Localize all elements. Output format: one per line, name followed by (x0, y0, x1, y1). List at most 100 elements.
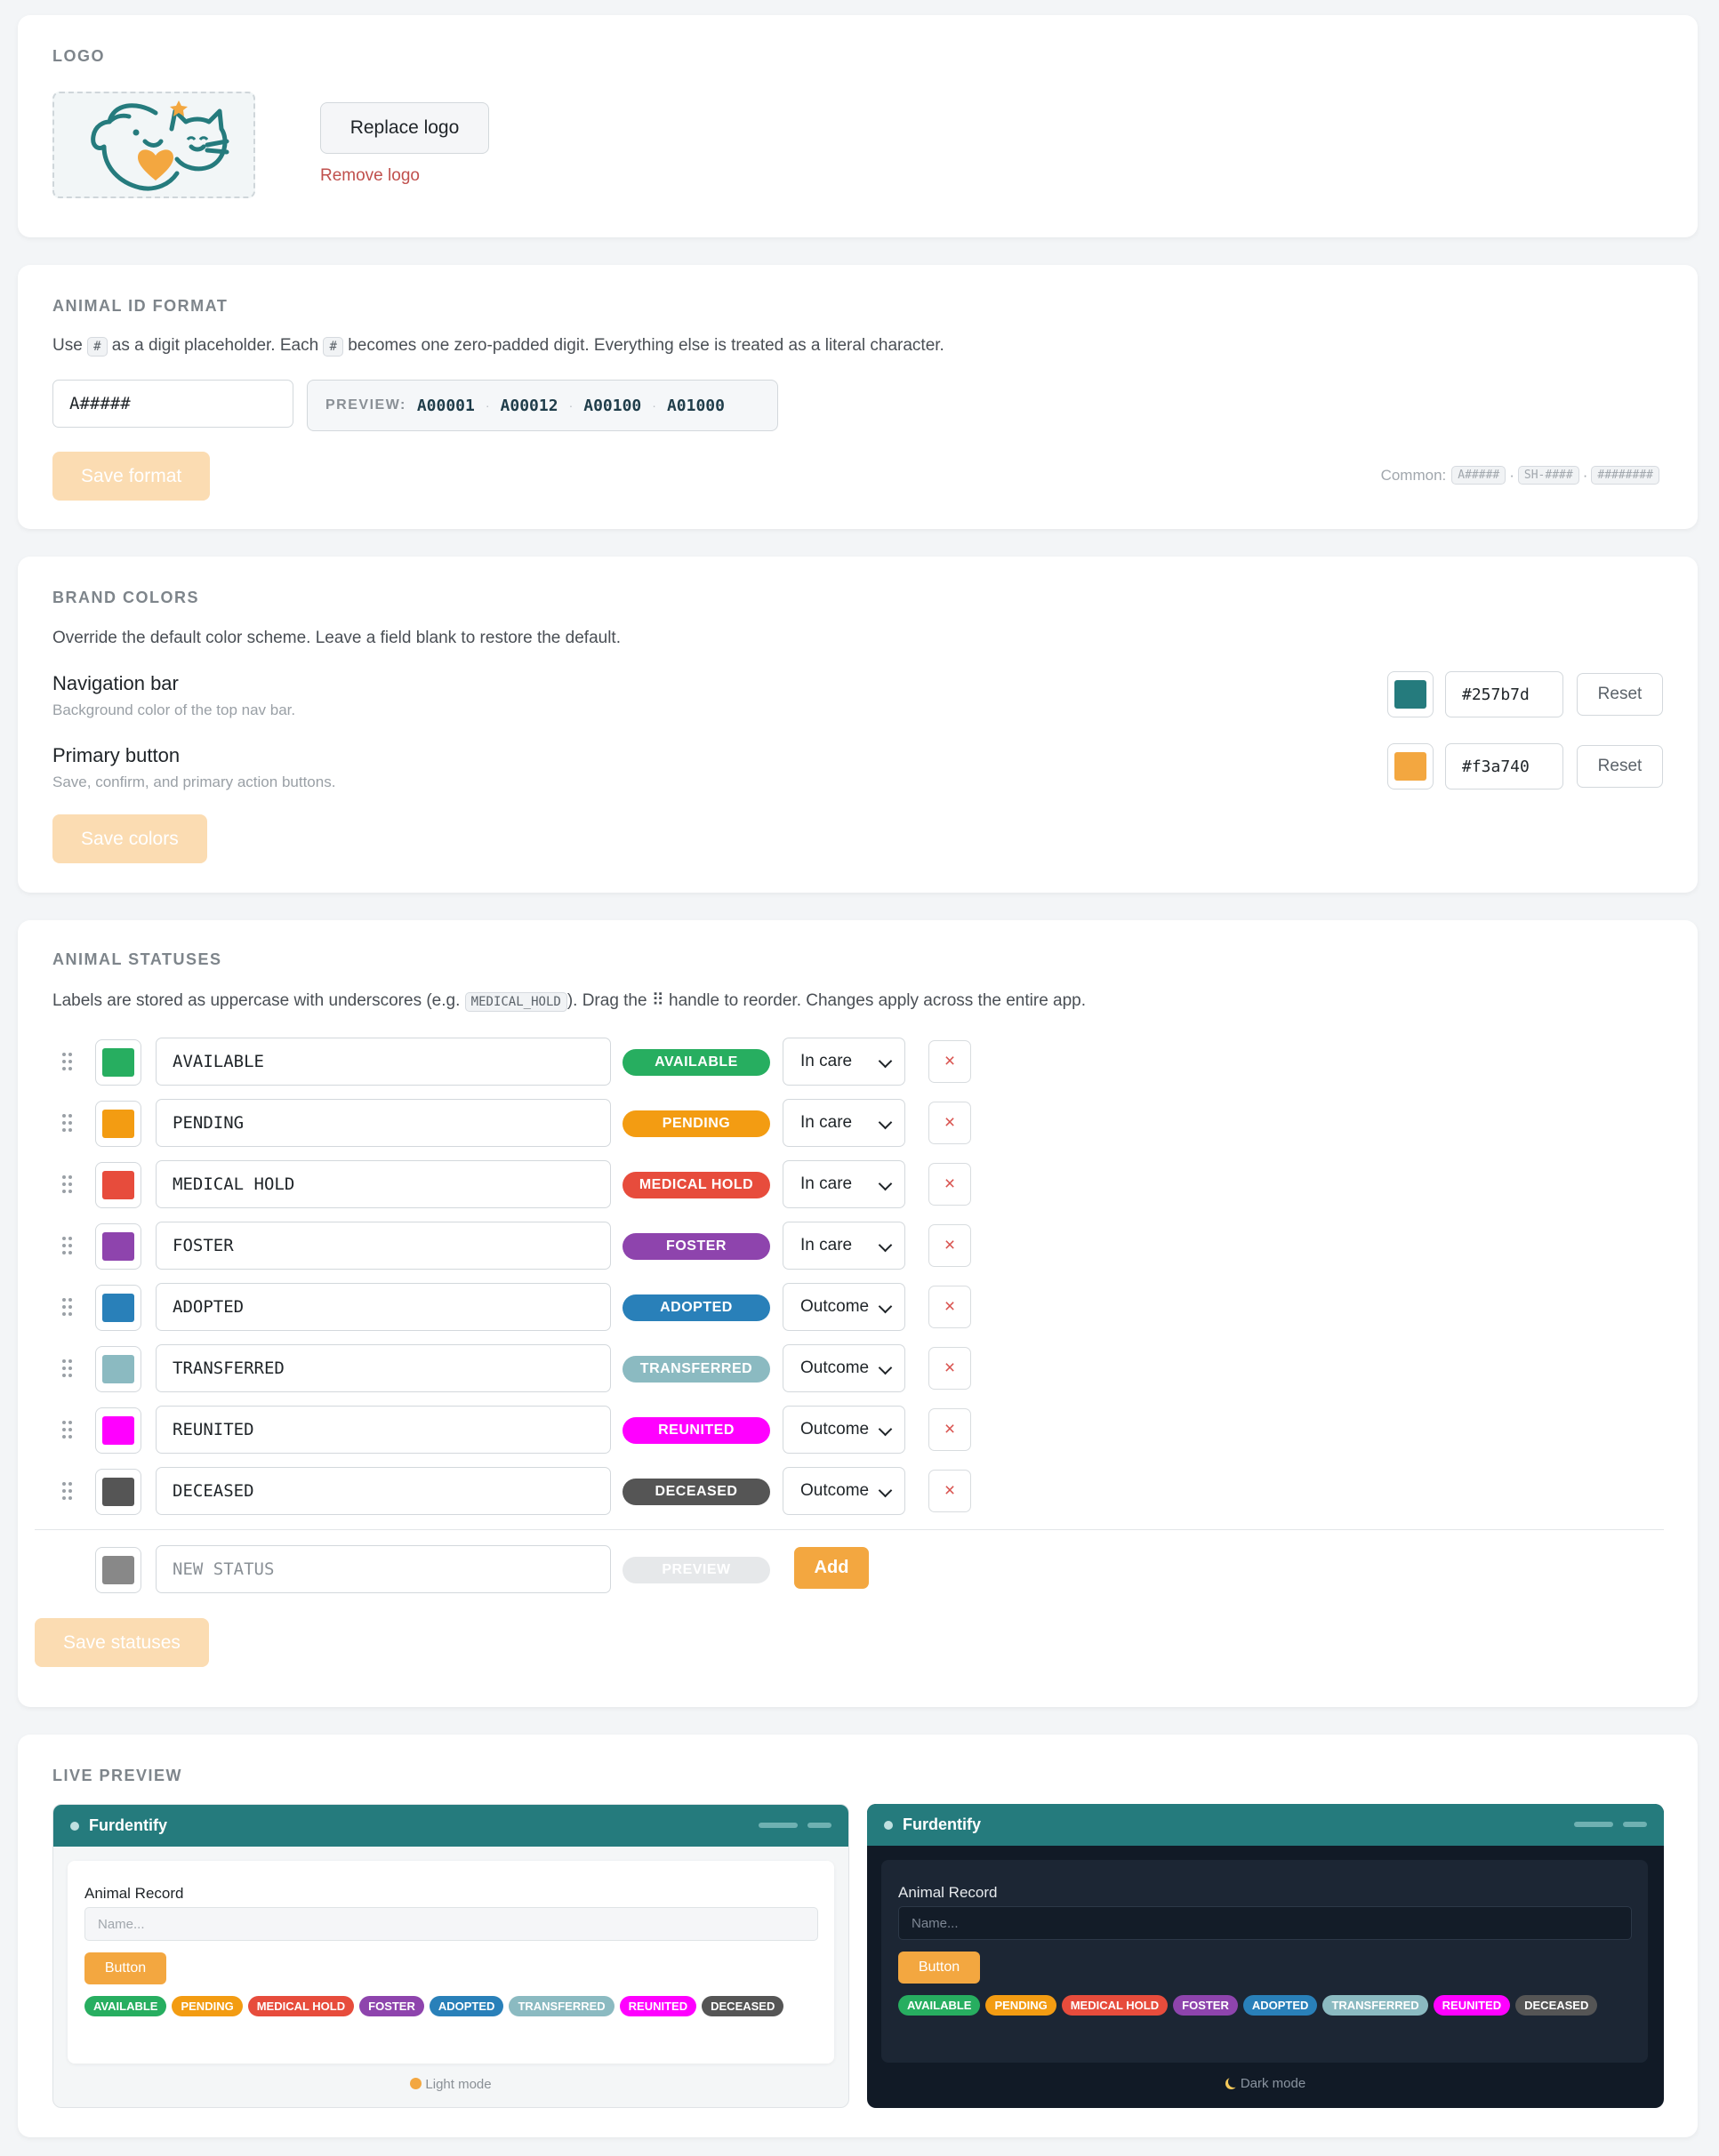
add-status-button[interactable]: Add (794, 1547, 869, 1589)
chevron-down-icon (878, 1299, 893, 1314)
drag-handle-icon[interactable] (62, 1175, 73, 1195)
status-label-input[interactable]: FOSTER (156, 1222, 611, 1270)
preview-id: A01000 (666, 396, 725, 415)
status-color-picker[interactable] (95, 1039, 141, 1086)
status-category-select[interactable]: Outcome (783, 1283, 905, 1331)
preview-status-pill: PENDING (985, 1995, 1056, 2016)
delete-status-button[interactable]: × (928, 1408, 971, 1451)
drag-handle-icon[interactable] (62, 1482, 73, 1502)
preview-card: Animal Record Name... Button AVAILABLE PE… (68, 1861, 834, 2064)
code-hash: # (87, 337, 108, 357)
delete-status-button[interactable]: × (928, 1224, 971, 1267)
remove-logo-link[interactable]: Remove logo (320, 166, 420, 186)
preview-card-title: Animal Record (84, 1885, 184, 1902)
chevron-down-icon (878, 1176, 893, 1191)
new-status-color-picker[interactable] (95, 1547, 141, 1593)
preview-status-pills: AVAILABLE PENDING MEDICAL HOLD FOSTER ADOPTE… (898, 1995, 1645, 2016)
status-category-select[interactable]: Outcome (783, 1467, 905, 1515)
delete-status-button[interactable]: × (928, 1470, 971, 1512)
status-color-picker[interactable] (95, 1162, 141, 1208)
primary-button-color-picker[interactable] (1387, 743, 1434, 789)
status-preview-pill: FOSTER (623, 1233, 770, 1260)
save-colors-button[interactable]: Save colors (52, 814, 207, 863)
status-category-select[interactable]: In care (783, 1038, 905, 1086)
nav-bar-color-picker[interactable] (1387, 671, 1434, 717)
preview-app-name: Furdentify (89, 1816, 167, 1834)
id-format-card: ANIMAL ID FORMAT Use # as a digit placeh… (18, 265, 1698, 529)
primary-button-hex-input[interactable]: #f3a740 (1445, 743, 1563, 789)
status-row: REUNITED REUNITED Outcome × (0, 1406, 978, 1455)
preview-card: Animal Record Name... Button AVAILABLE PE… (881, 1860, 1648, 2063)
status-row: FOSTER FOSTER In care × (0, 1222, 978, 1271)
status-label-input[interactable]: PENDING (156, 1099, 611, 1147)
moon-icon (1228, 2076, 1240, 2088)
status-label-input[interactable]: AVAILABLE (156, 1038, 611, 1086)
status-row: AVAILABLE AVAILABLE In care × (0, 1038, 978, 1087)
common-format-chip[interactable]: SH-#### (1517, 466, 1579, 485)
preview-status-pill: FOSTER (1173, 1995, 1238, 2016)
status-category-select[interactable]: In care (783, 1160, 905, 1208)
chevron-down-icon (878, 1360, 893, 1375)
save-statuses-button[interactable]: Save statuses (35, 1618, 209, 1667)
status-label-input[interactable]: MEDICAL HOLD (156, 1160, 611, 1208)
save-format-button[interactable]: Save format (52, 452, 211, 501)
replace-logo-button[interactable]: Replace logo (320, 102, 489, 154)
brand-colors-card: BRAND COLORS Override the default color … (18, 557, 1698, 893)
status-color-picker[interactable] (95, 1223, 141, 1270)
brand-description: Override the default color scheme. Leave… (52, 629, 621, 647)
dark-mode-label: Dark mode (867, 2076, 1664, 2091)
nav-bar-color-subtitle: Background color of the top nav bar. (52, 701, 296, 718)
delete-status-button[interactable]: × (928, 1102, 971, 1144)
preview-name-input: Name... (84, 1907, 818, 1941)
preview-label: PREVIEW: (325, 397, 406, 413)
color-swatch (102, 1478, 134, 1506)
primary-button-reset-button[interactable]: Reset (1577, 745, 1663, 788)
light-mode-label: Light mode (53, 2077, 848, 2092)
drag-handle-icon[interactable] (62, 1359, 73, 1379)
status-label-input[interactable]: ADOPTED (156, 1283, 611, 1331)
drag-handle-icon[interactable] (62, 1237, 73, 1256)
status-row: ADOPTED ADOPTED Outcome × (0, 1283, 978, 1333)
status-label-input[interactable]: REUNITED (156, 1406, 611, 1454)
common-formats: Common: A##### · SH-#### · ######## (1381, 466, 1663, 485)
status-color-picker[interactable] (95, 1407, 141, 1454)
status-category-select[interactable]: In care (783, 1222, 905, 1270)
new-status-input[interactable]: NEW STATUS (156, 1545, 611, 1593)
drag-handle-icon[interactable] (62, 1053, 73, 1072)
preview-status-pill: ADOPTED (1242, 1995, 1318, 2016)
status-preview-pill: PENDING (623, 1110, 770, 1137)
status-label-input[interactable]: DECEASED (156, 1467, 611, 1515)
status-preview-pill: MEDICAL HOLD (623, 1172, 770, 1198)
light-mode-preview: Furdentify Animal Record Name... Button … (52, 1804, 849, 2108)
preview-status-pill: AVAILABLE (898, 1995, 981, 2016)
status-color-picker[interactable] (95, 1346, 141, 1392)
id-format-input[interactable]: A##### (52, 380, 293, 428)
preview-status-pill: AVAILABLE (84, 1996, 167, 2016)
delete-status-button[interactable]: × (928, 1040, 971, 1083)
preview-app-name: Furdentify (903, 1815, 981, 1833)
status-preview-pill: DECEASED (623, 1479, 770, 1505)
status-label-input[interactable]: TRANSFERRED (156, 1344, 611, 1392)
drag-handle-icon[interactable] (62, 1421, 73, 1440)
drag-handle-icon[interactable] (62, 1298, 73, 1318)
delete-status-button[interactable]: × (928, 1163, 971, 1206)
drag-handle-icon[interactable] (62, 1114, 73, 1134)
status-color-picker[interactable] (95, 1101, 141, 1147)
common-format-chip[interactable]: A##### (1451, 466, 1506, 485)
status-color-picker[interactable] (95, 1285, 141, 1331)
status-category-select[interactable]: In care (783, 1099, 905, 1147)
preview-status-pill: MEDICAL HOLD (1061, 1995, 1169, 2016)
new-status-preview-pill: PREVIEW (623, 1557, 770, 1583)
status-category-select[interactable]: Outcome (783, 1344, 905, 1392)
delete-status-button[interactable]: × (928, 1347, 971, 1390)
sun-icon (410, 2078, 422, 2089)
preview-status-pill: MEDICAL HOLD (247, 1996, 355, 2016)
nav-bar-hex-input[interactable]: #257b7d (1445, 671, 1563, 717)
status-category-select[interactable]: Outcome (783, 1406, 905, 1454)
status-color-picker[interactable] (95, 1469, 141, 1515)
nav-bar-reset-button[interactable]: Reset (1577, 673, 1663, 716)
delete-status-button[interactable]: × (928, 1286, 971, 1328)
preview-status-pill: ADOPTED (429, 1996, 504, 2016)
chevron-down-icon (878, 1483, 893, 1498)
common-format-chip[interactable]: ######## (1591, 466, 1659, 485)
